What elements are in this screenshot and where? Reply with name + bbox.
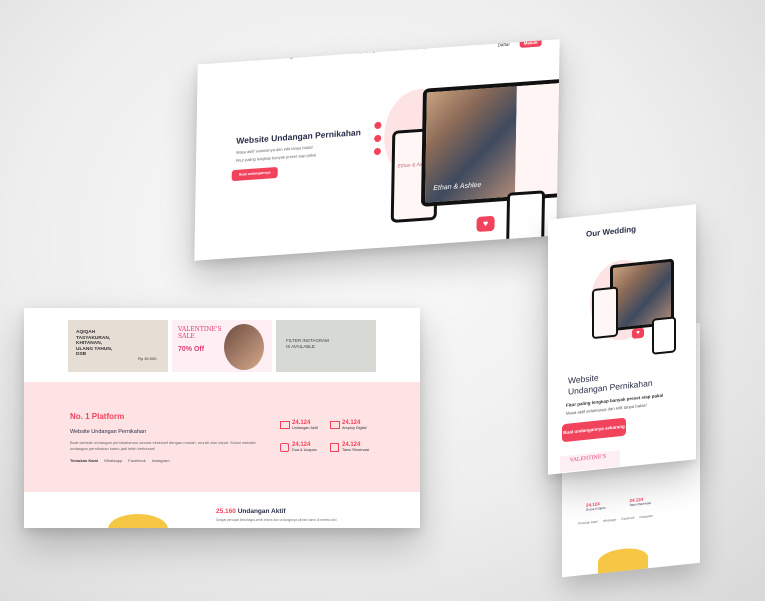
tablet-mockup: Ethan & Ashlee	[420, 78, 560, 207]
active-stat-value: 25.160	[216, 508, 236, 515]
find-us-label: Temukan Kami	[70, 458, 99, 463]
tablet-form-panel	[515, 82, 560, 197]
login-button[interactable]: Masuk	[519, 39, 542, 49]
mobile-stat-doa: 24.124 Doa & Ucapan	[586, 501, 606, 512]
banner-valentine-discount: 70% Off	[178, 346, 205, 353]
desktop-hero-mockup: Our Wedding Pesan/Google Portofolio Lain…	[194, 39, 560, 261]
stat-label: Amplop Digital	[342, 426, 367, 430]
mobile-find-us-row: Temukan Kami Whatsapp Facebook Instagram	[578, 514, 653, 526]
logo[interactable]: Our Wedding	[250, 52, 294, 62]
hero-title: Website Undangan Pernikahan	[236, 127, 361, 146]
nav-item-pesan[interactable]: Pesan/Google	[353, 48, 378, 55]
banner-aqiqah-line-5: DSB	[76, 352, 87, 358]
social-icons-column	[373, 121, 382, 156]
platform-section-mockup: AQIQAH TASYAKURAN, KHITANAN, ULANG TAHUN…	[24, 308, 420, 528]
stat-amplop-digital: 24.124 Amplop Digital	[330, 420, 366, 430]
envelope-icon	[280, 421, 290, 429]
banner-instagram-filter[interactable]: FILTER INSTAGRAM IS AVAILABLE	[276, 320, 376, 372]
active-stat-label: Undangan Aktif	[237, 508, 286, 515]
mobile-cta-button[interactable]: Buat undangannya sekarang	[562, 417, 626, 443]
mobile-stats-row: 24.124 Doa & Ucapan 24.124 Tamu Reservas…	[586, 496, 651, 512]
mobile-banner-label: VALENTINE'S	[570, 453, 607, 464]
stat-undangan-aktif: 24.124 Undangan Aktif	[280, 420, 318, 430]
social-instagram-link[interactable]: Instagram	[640, 514, 653, 519]
active-stat-description: Sangat percayai kebahagia-sebih teknis d…	[216, 518, 337, 522]
calendar-icon	[330, 443, 339, 452]
instagram-icon[interactable]	[374, 121, 382, 130]
banner-valentine-line-2: SALE	[178, 333, 195, 340]
stat-tamu-reservasi: 24.124 Tamu Reservasi	[330, 442, 369, 452]
mobile-hero-title: Website Undangan Pernikahan	[568, 367, 653, 398]
couple-script-text: Ethan & Ashlee	[433, 181, 482, 193]
heart-chat-icon: ♥	[632, 327, 644, 339]
mobile-hero-mockup: Our Wedding ♥ Website Undangan Pernikaha…	[548, 204, 696, 475]
banner-aqiqah-price: Rp 30.000	[138, 356, 157, 361]
social-facebook-link[interactable]: Facebook	[128, 458, 146, 463]
couple-photo: Ethan & Ashlee	[425, 86, 517, 203]
small-phone-mockup	[506, 190, 546, 247]
banner-valentine-photo	[224, 324, 264, 370]
banner-filter-line-2: IS AVAILABLE	[286, 344, 315, 349]
stat-label: Tamu Reservasi	[342, 448, 370, 452]
people-illustration	[108, 514, 168, 528]
mobile-logo[interactable]: Our Wedding	[586, 225, 636, 239]
mobile-people-illustration	[598, 546, 648, 574]
chat-icon	[280, 443, 289, 452]
top-nav: Pesan/Google Portofolio Lainnya	[353, 44, 429, 54]
mobile-phone-mockup	[592, 286, 618, 340]
find-us-label: Temukan Kami	[578, 519, 598, 526]
whatsapp-icon[interactable]	[373, 147, 382, 156]
find-us-row: Temukan Kami Whatsapp Facebook Instagram	[70, 458, 170, 463]
nav-item-portofolio[interactable]: Portofolio	[388, 46, 405, 52]
banner-valentine-line-1: VALENTINE'S	[178, 326, 222, 333]
hero-cta-button[interactable]: Buat undangannya sekarang	[231, 166, 278, 187]
social-facebook-link[interactable]: Facebook	[621, 516, 634, 521]
facebook-icon[interactable]	[374, 134, 382, 143]
social-instagram-link[interactable]: Instagram	[152, 458, 170, 463]
stat-label: Undangan Aktif	[292, 426, 318, 430]
platform-subtitle: Website Undangan Pernikahan	[70, 429, 147, 435]
register-link[interactable]: Daftar	[498, 42, 510, 48]
stat-label: Doa & Ucapan	[586, 505, 606, 512]
stat-label: Doa & Ucapan	[292, 448, 317, 452]
heart-chat-icon: ♥	[476, 215, 495, 233]
envelope-icon	[330, 421, 340, 429]
active-stat-heading: 25.160 Undangan Aktif	[216, 508, 286, 515]
social-whatsapp-link[interactable]: Whatsapp	[104, 458, 122, 463]
nav-item-lainnya[interactable]: Lainnya	[415, 44, 429, 50]
platform-description: Buat website undangan pernikahanmu secar…	[70, 440, 256, 451]
mobile-stat-tamu: 24.124 Tamu Reservasi	[630, 496, 652, 507]
banner-aqiqah[interactable]: AQIQAH TASYAKURAN, KHITANAN, ULANG TAHUN…	[68, 320, 168, 372]
banner-valentine[interactable]: VALENTINE'S SALE 70% Off	[172, 320, 272, 372]
platform-title: No. 1 Platform	[70, 412, 125, 421]
stat-label: Tamu Reservasi	[629, 500, 652, 508]
stat-doa-ucapan: 24.124 Doa & Ucapan	[280, 442, 317, 452]
platform-band: No. 1 Platform Website Undangan Pernikah…	[24, 382, 420, 492]
mobile-small-phone	[652, 316, 676, 355]
social-whatsapp-link[interactable]: Whatsapp	[603, 518, 617, 523]
